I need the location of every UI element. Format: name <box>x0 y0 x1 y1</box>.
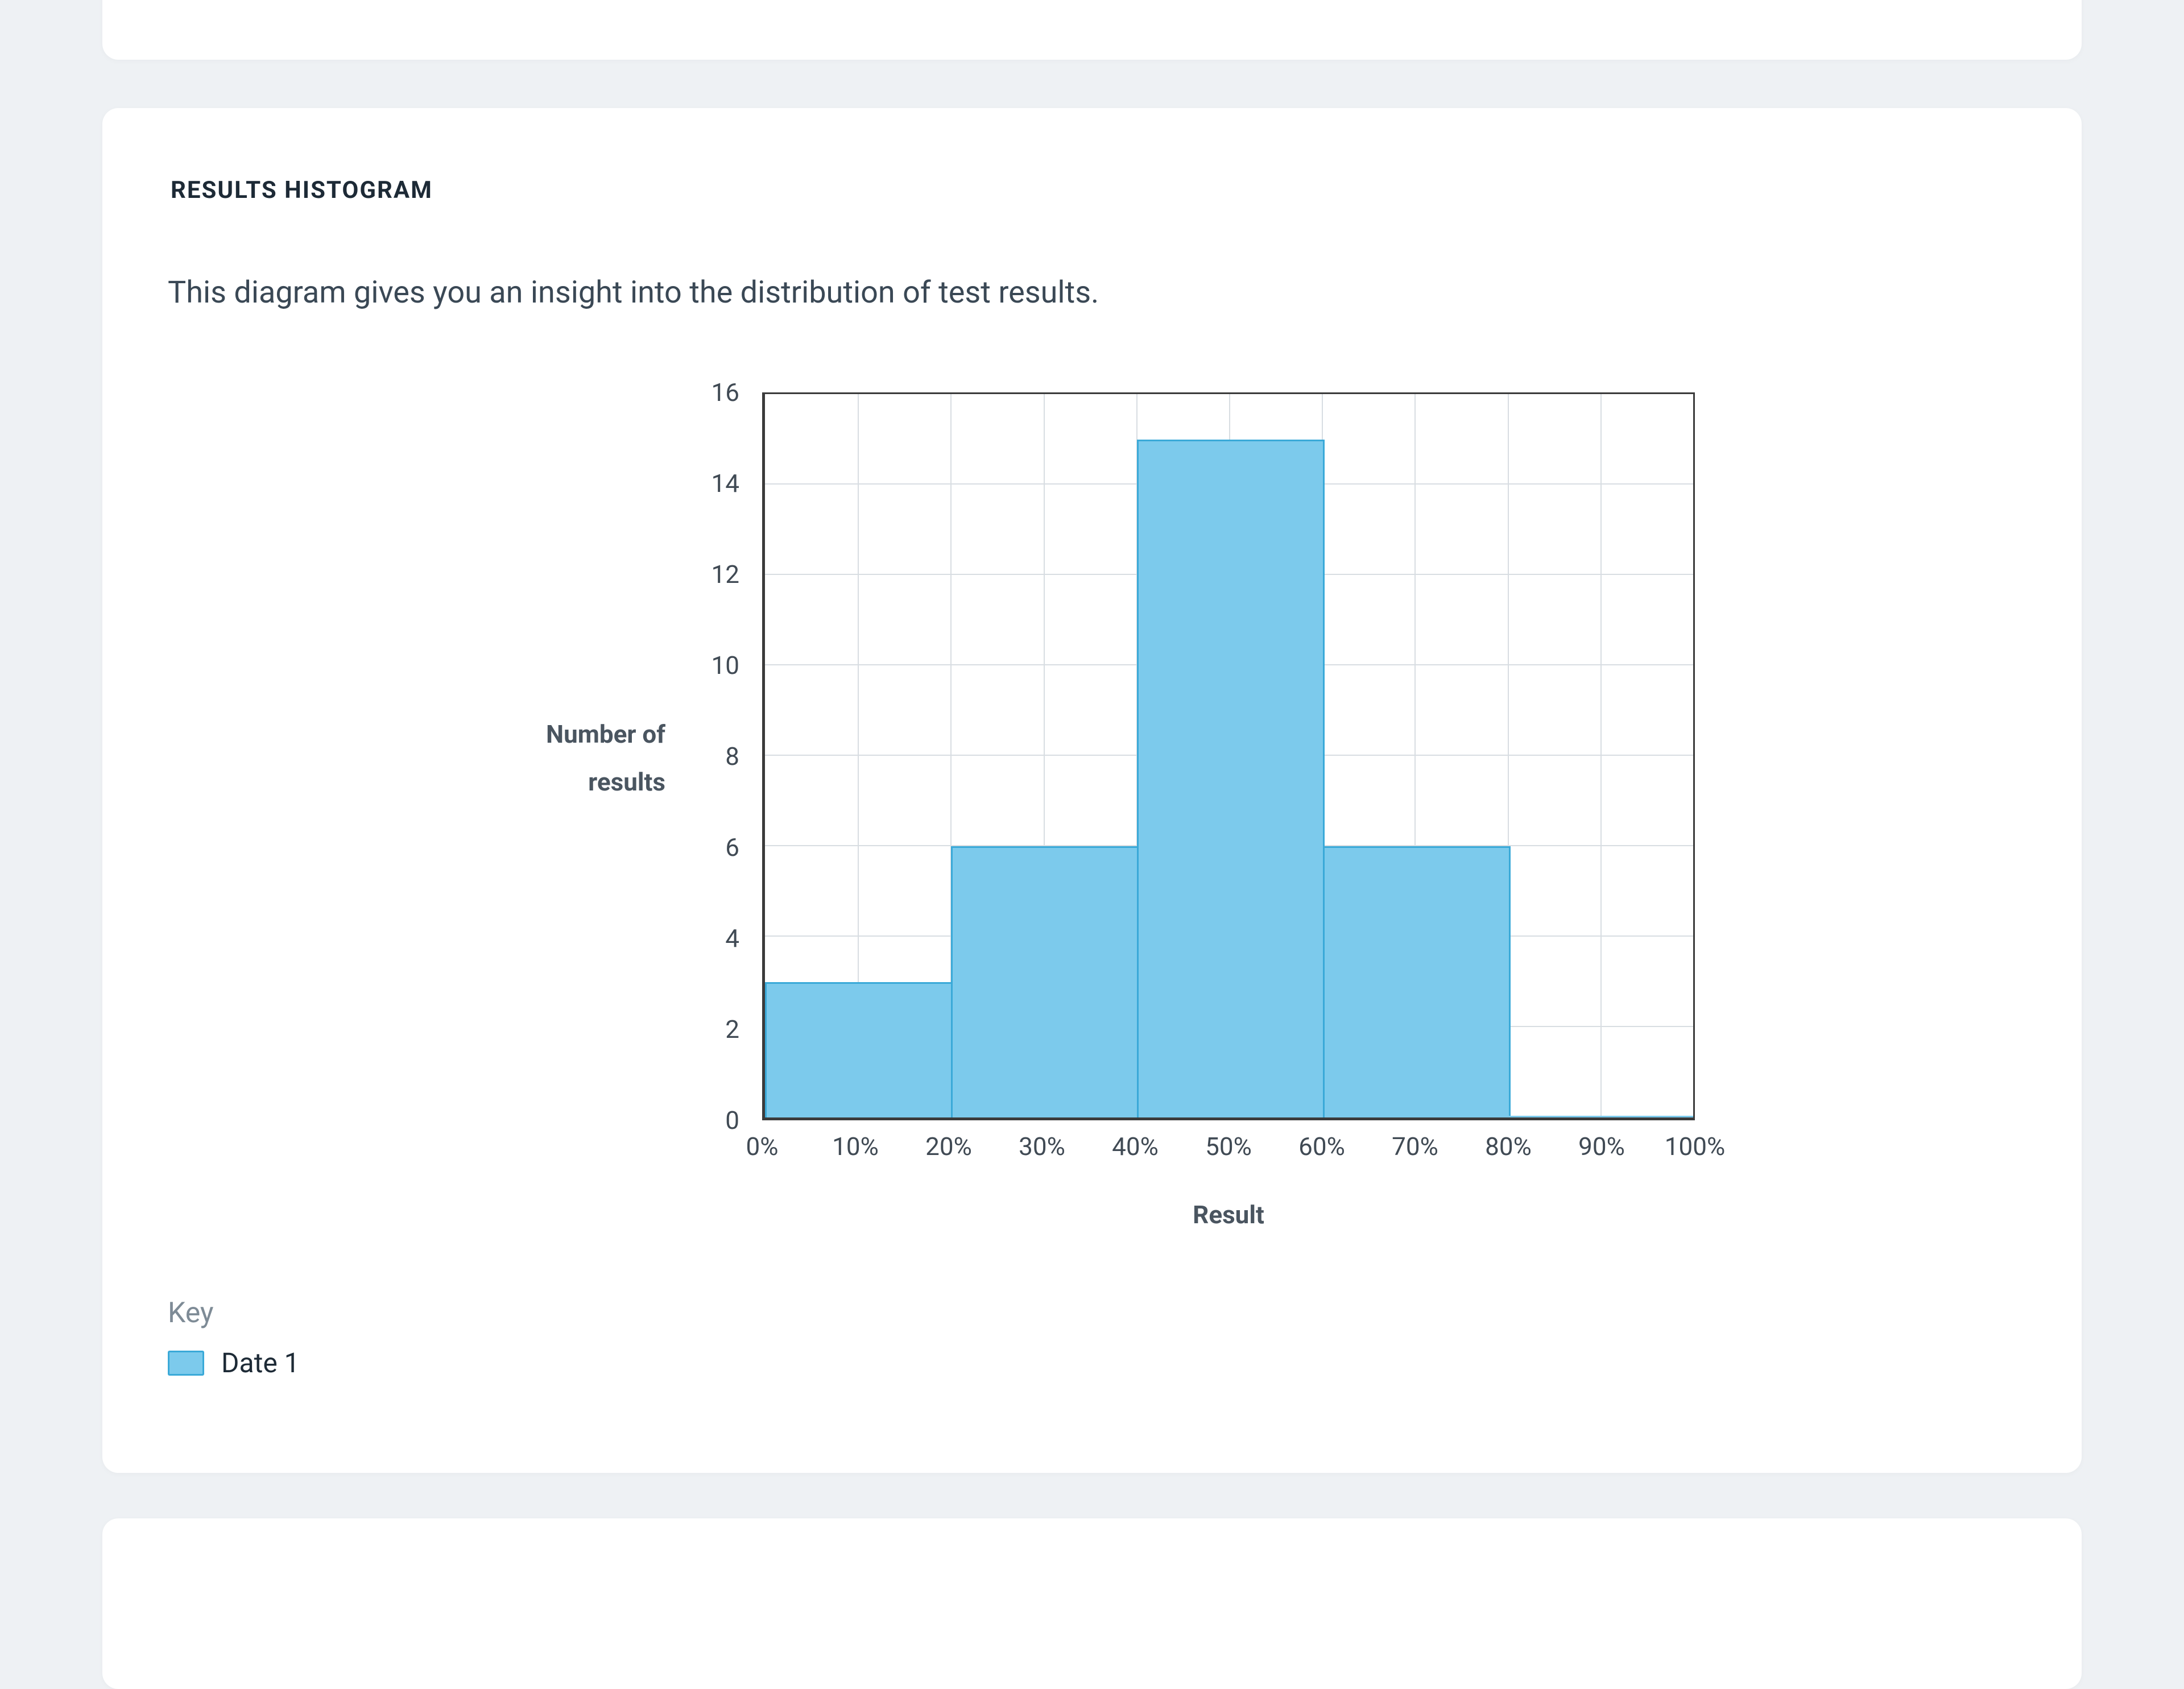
page: RESULTS HISTOGRAM This diagram gives you… <box>0 0 2184 1556</box>
bars-container <box>765 394 1693 1117</box>
x-tick: 100% <box>1665 1132 1725 1161</box>
legend-item-label: Date 1 <box>221 1347 300 1379</box>
legend-title: Key <box>168 1297 300 1330</box>
plot-area <box>762 392 1695 1120</box>
legend-item: Date 1 <box>168 1347 300 1379</box>
x-tick: 10% <box>832 1132 879 1161</box>
section-description: This diagram gives you an insight into t… <box>168 273 1099 313</box>
section-title: RESULTS HISTOGRAM <box>171 176 433 204</box>
histogram-bar <box>1137 440 1325 1118</box>
histogram-bar <box>1323 846 1511 1117</box>
y-tick: 2 <box>694 1015 739 1044</box>
y-tick: 0 <box>694 1106 739 1135</box>
y-tick: 8 <box>694 742 739 771</box>
x-tick: 30% <box>1019 1132 1065 1161</box>
histogram-bar <box>765 982 953 1118</box>
card-above <box>102 0 2082 60</box>
x-tick: 60% <box>1298 1132 1345 1161</box>
x-tick: 90% <box>1578 1132 1625 1161</box>
y-tick: 12 <box>694 560 739 589</box>
histogram-card: RESULTS HISTOGRAM This diagram gives you… <box>102 108 2082 1473</box>
y-tick: 10 <box>694 651 739 680</box>
x-tick: 40% <box>1112 1132 1159 1161</box>
histogram-bar <box>1509 1116 1693 1117</box>
legend-swatch-icon <box>168 1351 204 1376</box>
y-tick: 6 <box>694 833 739 862</box>
histogram-chart: Number of results 0 2 4 6 8 10 12 14 16 <box>489 392 1746 1262</box>
x-tick: 0% <box>746 1132 779 1161</box>
y-tick: 16 <box>694 378 739 407</box>
legend: Key Date 1 <box>168 1297 300 1379</box>
card-below <box>102 1518 2082 1689</box>
y-tick: 14 <box>694 469 739 498</box>
x-tick: 80% <box>1485 1132 1532 1161</box>
x-axis-label: Result <box>762 1200 1695 1230</box>
x-tick: 50% <box>1205 1132 1252 1161</box>
y-axis-label: Number of results <box>489 711 665 806</box>
x-tick: 20% <box>925 1132 972 1161</box>
y-tick: 4 <box>694 924 739 953</box>
histogram-bar <box>951 846 1139 1117</box>
x-tick: 70% <box>1392 1132 1438 1161</box>
